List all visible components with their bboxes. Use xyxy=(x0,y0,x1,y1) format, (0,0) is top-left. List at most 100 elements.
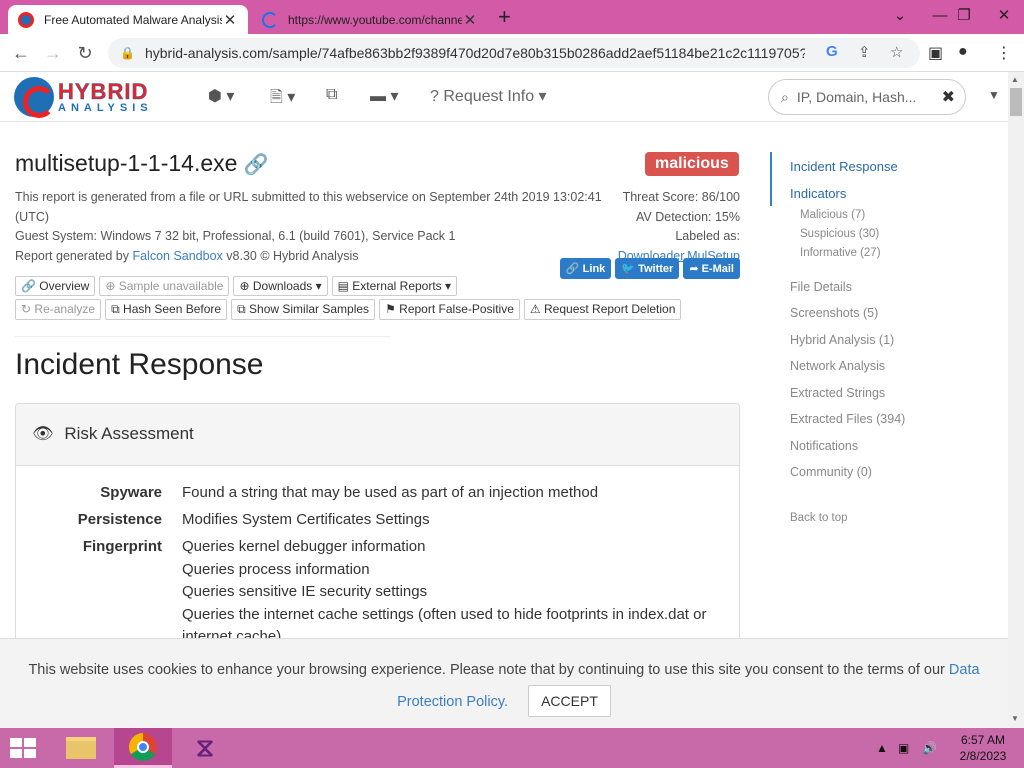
side-panel-icon[interactable]: ▣ xyxy=(928,43,943,63)
logo-text-bottom: ANALYSIS xyxy=(58,101,153,114)
scrollbar-thumb[interactable] xyxy=(1010,88,1022,116)
download-icon: ⊕ xyxy=(239,279,250,293)
share-buttons: 🔗 Link 🐦 Twitter ➦ E-Mail xyxy=(559,258,740,279)
search-input[interactable]: IP, Domain, Hash... xyxy=(797,89,917,105)
nav-dropdown-caret-icon[interactable]: ▼ xyxy=(988,88,1000,102)
hybrid-analysis-logo[interactable]: HYBRID ANALYSIS xyxy=(14,77,153,118)
chrome-menu-icon[interactable]: ⋮ xyxy=(996,43,1012,63)
restore-icon[interactable]: ❐ xyxy=(944,0,984,34)
visual-studio-icon[interactable]: ⧖ xyxy=(176,728,234,768)
scroll-down-icon[interactable]: ▼ xyxy=(1011,714,1019,723)
permalink-chain-icon[interactable]: 🔗 xyxy=(244,154,269,176)
nav-network-analysis[interactable]: Network Analysis xyxy=(790,359,885,373)
downloads-button[interactable]: ⊕ Downloads ▾ xyxy=(233,276,328,296)
nav-incident-response[interactable]: Incident Response xyxy=(790,159,898,174)
request-info-label: Request Info xyxy=(443,88,535,105)
clone-icon: ⧉ xyxy=(237,302,246,316)
submissions-menu-box-icon[interactable]: ⬢ ▾ xyxy=(208,86,234,106)
forward-icon[interactable]: → xyxy=(40,40,66,66)
share-email-button[interactable]: ➦ E-Mail xyxy=(683,258,740,279)
google-translate-icon[interactable]: G xyxy=(826,43,838,60)
share-link-button[interactable]: 🔗 Link xyxy=(559,258,612,279)
search-box[interactable]: ⌕ IP, Domain, Hash... ✖ xyxy=(768,79,966,115)
logo-text-top: HYBRID xyxy=(58,78,149,104)
file-explorer-icon[interactable] xyxy=(52,728,110,768)
clear-search-icon[interactable]: ✖ xyxy=(942,87,955,107)
windows-taskbar: ⧖ ▲ ▣ 🔊 6:57 AM 2/8/2023 xyxy=(0,728,1024,768)
nav-notifications[interactable]: Notifications xyxy=(790,439,858,453)
lock-icon[interactable]: 🔒 xyxy=(120,46,135,60)
warning-icon: ⚠ xyxy=(529,302,541,316)
nav-back-to-top[interactable]: Back to top xyxy=(790,512,848,524)
network-icon[interactable]: ▣ xyxy=(898,728,909,768)
nav-suspicious[interactable]: Suspicious (30) xyxy=(800,228,879,240)
chrome-taskbar-icon[interactable] xyxy=(114,728,172,768)
new-tab-icon[interactable]: + xyxy=(498,4,511,30)
link-icon: 🔗 xyxy=(21,279,36,293)
risk-assessment-header: 👁 Risk Assessment xyxy=(16,404,739,466)
nav-hybrid-analysis[interactable]: Hybrid Analysis (1) xyxy=(790,333,894,347)
folder-menu-icon[interactable]: ▬ ▾ xyxy=(370,86,398,106)
filename-text: multisetup-1-1-14.exe xyxy=(15,150,238,176)
reload-icon[interactable]: ↻ xyxy=(72,40,98,66)
overview-button[interactable]: 🔗 Overview xyxy=(15,276,96,296)
url-text[interactable]: hybrid-analysis.com/sample/74afbe863bb2f… xyxy=(145,45,805,61)
risk-row: Persistence Modifies System Certificates… xyxy=(16,509,722,532)
reanalyze-button[interactable]: ↻ Re-analyze xyxy=(15,299,102,320)
report-filename-heading: multisetup-1-1-14.exe 🔗 xyxy=(15,150,740,177)
tab-hybrid-analysis[interactable]: Free Automated Malware Analysis ✕ xyxy=(8,5,248,34)
nav-malicious[interactable]: Malicious (7) xyxy=(800,209,865,221)
close-tab-icon[interactable]: ✕ xyxy=(462,11,478,29)
request-info-menu[interactable]: ? Request Info ▾ xyxy=(430,86,547,106)
tab-search-chevron-icon[interactable]: ⌄ xyxy=(880,0,920,34)
scroll-up-icon[interactable]: ▲ xyxy=(1011,75,1019,84)
request-report-deletion-button[interactable]: ⚠ Request Report Deletion xyxy=(523,299,682,320)
report-false-positive-button[interactable]: ⚑ Report False-Positive xyxy=(379,299,520,320)
accept-cookies-button[interactable]: ACCEPT xyxy=(528,685,611,717)
risk-values: Queries kernel debugger information Quer… xyxy=(182,536,722,649)
external-reports-button[interactable]: ▤ External Reports ▾ xyxy=(331,276,458,296)
action-buttons-row2: ↻ Re-analyze ⧉ Hash Seen Before ⧉ Show S… xyxy=(15,299,682,320)
site-navbar: HYBRID ANALYSIS ⬢ ▾ 🗎 ▾ ⧉ ▬ ▾ ? Request … xyxy=(0,72,1008,122)
search-icon: ⌕ xyxy=(781,88,789,105)
system-clock[interactable]: 6:57 AM 2/8/2023 xyxy=(948,732,1018,764)
page-scrollbar[interactable]: ▲ ▼ xyxy=(1008,72,1024,728)
sample-unavailable-button[interactable]: ⊕ Sample unavailable xyxy=(99,276,230,296)
file-menu-icon[interactable]: 🗎 ▾ xyxy=(270,86,295,113)
nav-screenshots[interactable]: Screenshots (5) xyxy=(790,306,878,320)
close-window-icon[interactable]: ✕ xyxy=(984,0,1024,34)
risk-value: Found a string that may be used as part … xyxy=(182,484,599,501)
windows-start-icon[interactable] xyxy=(10,738,38,758)
copy-icon: ⧉ xyxy=(111,302,120,316)
tab-youtube[interactable]: https://www.youtube.com/channel ✕ xyxy=(252,5,488,34)
threat-score: Threat Score: 86/100 xyxy=(622,190,740,204)
back-icon[interactable]: ← xyxy=(8,40,34,66)
nav-extracted-strings[interactable]: Extracted Strings xyxy=(790,386,885,400)
hash-seen-before-button[interactable]: ⧉ Hash Seen Before xyxy=(105,299,228,320)
incident-response-heading: Incident Response xyxy=(15,348,264,381)
guest-system: Guest System: Windows 7 32 bit, Professi… xyxy=(15,229,456,243)
close-tab-icon[interactable]: ✕ xyxy=(222,11,238,29)
generated-line-tz: (UTC) xyxy=(15,209,50,224)
share-twitter-button[interactable]: 🐦 Twitter xyxy=(615,258,680,279)
tab-title: https://www.youtube.com/channel xyxy=(288,12,462,27)
refresh-icon: ↻ xyxy=(21,302,32,316)
falcon-sandbox-link[interactable]: Falcon Sandbox xyxy=(132,249,222,263)
risk-assessment-panel: 👁 Risk Assessment Spyware Found a string… xyxy=(15,403,740,663)
volume-icon[interactable]: 🔊 xyxy=(922,728,937,768)
nav-file-details[interactable]: File Details xyxy=(790,280,852,294)
nav-indicators[interactable]: Indicators xyxy=(790,186,846,201)
address-bar[interactable]: 🔒 hybrid-analysis.com/sample/74afbe863bb… xyxy=(108,38,920,68)
flag-icon: ⚑ xyxy=(385,302,396,316)
show-hidden-icons-icon[interactable]: ▲ xyxy=(876,728,888,768)
profile-avatar-icon[interactable]: ● xyxy=(958,43,968,61)
nav-community[interactable]: Community (0) xyxy=(790,465,872,479)
bookmark-star-icon[interactable]: ☆ xyxy=(890,43,903,61)
show-similar-samples-button[interactable]: ⧉ Show Similar Samples xyxy=(231,299,376,320)
nav-informative[interactable]: Informative (27) xyxy=(800,247,881,259)
download-disabled-icon: ⊕ xyxy=(105,279,116,293)
nav-extracted-files[interactable]: Extracted Files (394) xyxy=(790,412,905,426)
tab-title: Free Automated Malware Analysis xyxy=(44,12,222,27)
share-icon[interactable]: ⇪ xyxy=(858,43,871,61)
copy-files-icon[interactable]: ⧉ xyxy=(326,86,337,104)
